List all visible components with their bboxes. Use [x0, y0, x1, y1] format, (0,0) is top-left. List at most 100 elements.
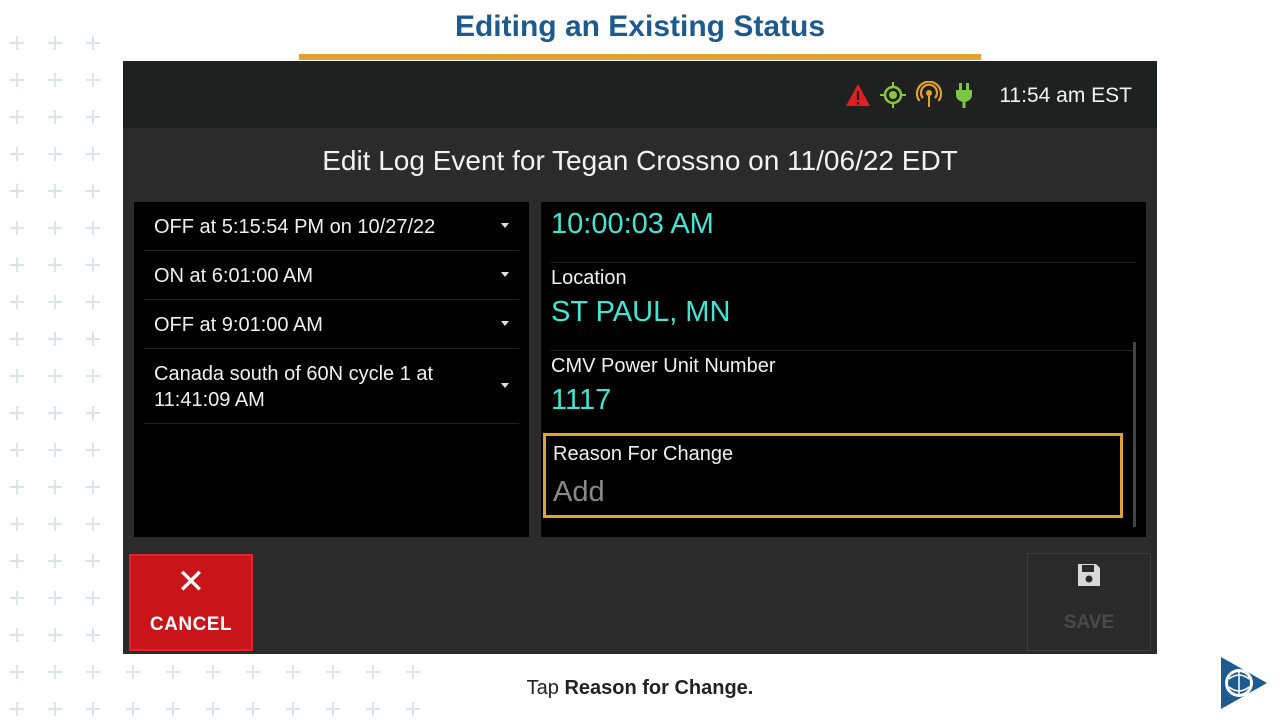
- plus-mark: [86, 443, 100, 457]
- event-label: ON at 6:01:00 AM: [154, 265, 313, 287]
- event-item[interactable]: Canada south of 60N cycle 1 at 11:41:09 …: [144, 349, 519, 424]
- plus-mark: [48, 147, 62, 161]
- plus-mark: [10, 591, 24, 605]
- plus-mark: [10, 443, 24, 457]
- plus-mark: [206, 702, 220, 716]
- plus-mark: [48, 702, 62, 716]
- plus-mark: [48, 295, 62, 309]
- plus-mark: [48, 480, 62, 494]
- plus-mark: [86, 480, 100, 494]
- plus-mark: [86, 369, 100, 383]
- plus-mark: [86, 110, 100, 124]
- cmv-label: CMV Power Unit Number: [551, 355, 776, 377]
- plus-mark: [246, 702, 260, 716]
- plus-mark: [10, 554, 24, 568]
- plus-mark: [48, 73, 62, 87]
- plus-mark: [86, 406, 100, 420]
- plus-mark: [10, 221, 24, 235]
- cmv-value: 1117: [551, 384, 612, 416]
- time-field[interactable]: 10:00:03 AM: [551, 202, 1135, 263]
- plus-mark: [10, 628, 24, 642]
- plus-mark: [86, 702, 100, 716]
- status-bar: 11:54 am EST: [123, 61, 1157, 128]
- plus-mark: [10, 517, 24, 531]
- plus-mark: [10, 332, 24, 346]
- plus-mark: [48, 332, 62, 346]
- event-list: OFF at 5:15:54 PM on 10/27/22 ON at 6:01…: [134, 202, 529, 537]
- status-clock: 11:54 am EST: [999, 84, 1132, 107]
- plus-mark: [10, 147, 24, 161]
- brand-logo-icon: [1221, 657, 1267, 709]
- plus-mark: [48, 369, 62, 383]
- dropdown-arrow-icon: [501, 383, 509, 388]
- plus-mark: [48, 110, 62, 124]
- plus-mark: [48, 406, 62, 420]
- reason-input[interactable]: Add: [553, 476, 605, 509]
- time-value: 10:00:03 AM: [551, 208, 714, 240]
- caption-prefix: Tap: [526, 677, 565, 699]
- plus-mark: [86, 73, 100, 87]
- plus-mark: [86, 554, 100, 568]
- location-field[interactable]: Location ST PAUL, MN: [551, 262, 1135, 351]
- plus-mark: [86, 591, 100, 605]
- plus-mark: [48, 628, 62, 642]
- plus-mark: [86, 221, 100, 235]
- gps-icon: [880, 82, 906, 108]
- reason-for-change-field[interactable]: Reason For Change Add: [543, 433, 1123, 518]
- event-label: OFF at 5:15:54 PM on 10/27/22: [154, 216, 436, 238]
- power-plug-icon: [956, 83, 972, 108]
- save-label: SAVE: [1063, 612, 1115, 633]
- plus-mark: [48, 443, 62, 457]
- save-icon: [1078, 564, 1100, 586]
- reason-label: Reason For Change: [553, 443, 734, 465]
- plus-mark: [166, 702, 180, 716]
- cancel-button[interactable]: ✕ CANCEL: [129, 554, 253, 651]
- dropdown-arrow-icon: [501, 321, 509, 326]
- plus-mark: [48, 258, 62, 272]
- signal-icon: [915, 81, 943, 107]
- cmv-field[interactable]: CMV Power Unit Number 1117: [551, 350, 1135, 432]
- plus-mark: [48, 221, 62, 235]
- plus-mark: [86, 295, 100, 309]
- event-label: OFF at 9:01:00 AM: [154, 314, 323, 336]
- caption-emphasis: Reason for Change.: [564, 677, 754, 699]
- device-screen: 11:54 am EST Edit Log Event for Tegan Cr…: [123, 61, 1157, 654]
- plus-mark: [86, 184, 100, 198]
- plus-mark: [86, 628, 100, 642]
- plus-mark: [10, 258, 24, 272]
- page-headline: Editing an Existing Status: [454, 10, 826, 43]
- event-detail-panel: 10:00:03 AM Location ST PAUL, MN CMV Pow…: [541, 202, 1146, 537]
- close-icon: ✕: [176, 563, 206, 601]
- plus-mark: [48, 591, 62, 605]
- event-item[interactable]: OFF at 9:01:00 AM: [144, 300, 519, 349]
- plus-mark: [86, 147, 100, 161]
- event-item[interactable]: ON at 6:01:00 AM: [144, 251, 519, 300]
- plus-mark: [366, 702, 380, 716]
- event-label: Canada south of 60N cycle 1 at 11:41:09 …: [154, 363, 434, 411]
- event-item[interactable]: OFF at 5:15:54 PM on 10/27/22: [144, 202, 519, 251]
- plus-mark: [10, 184, 24, 198]
- plus-mark: [126, 702, 140, 716]
- warning-icon: [846, 84, 870, 106]
- plus-mark: [406, 702, 420, 716]
- cancel-label: CANCEL: [149, 614, 233, 635]
- plus-mark: [48, 517, 62, 531]
- location-value: ST PAUL, MN: [551, 296, 731, 328]
- plus-mark: [10, 110, 24, 124]
- save-button[interactable]: SAVE: [1027, 553, 1151, 651]
- plus-mark: [48, 554, 62, 568]
- dropdown-arrow-icon: [501, 223, 509, 228]
- dialog-title: Edit Log Event for Tegan Crossno on 11/0…: [322, 145, 958, 176]
- plus-mark: [326, 702, 340, 716]
- plus-mark: [86, 517, 100, 531]
- plus-mark: [86, 258, 100, 272]
- plus-mark: [86, 332, 100, 346]
- scrollbar[interactable]: [1133, 342, 1136, 527]
- plus-mark: [10, 480, 24, 494]
- plus-mark: [48, 184, 62, 198]
- plus-mark: [10, 369, 24, 383]
- plus-mark: [10, 295, 24, 309]
- location-label: Location: [551, 267, 627, 289]
- action-bar: ✕ CANCEL SAVE: [123, 548, 1157, 654]
- plus-mark: [10, 406, 24, 420]
